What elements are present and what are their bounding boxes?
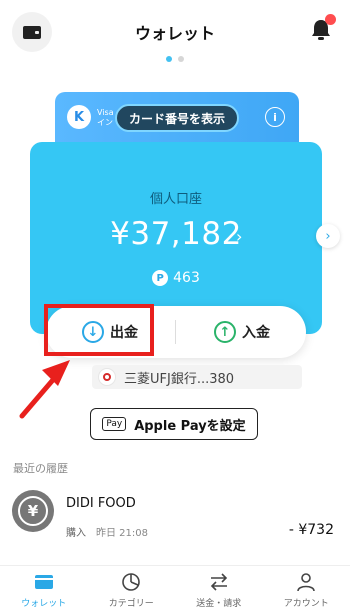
highlight-box [44,304,154,356]
kyash-logo: K [67,105,91,129]
deposit-label: 入金 [242,325,270,341]
bank-logo-icon [98,368,116,386]
transaction-amount: - ¥732 [288,522,334,538]
points-display: P 463 [30,270,322,286]
transaction-row[interactable]: ¥ DIDI FOOD 購入 昨日 21:08 - ¥732 [0,482,350,552]
bank-name: 三菱UFJ銀行...380 [124,371,235,387]
points-icon: P [152,270,169,286]
pager-dot[interactable] [178,56,184,62]
info-icon[interactable]: i [265,107,285,127]
notification-badge [325,14,336,25]
next-card-button[interactable]: › [316,224,340,248]
divider [175,320,176,344]
page-title: ウォレット [134,24,215,43]
apple-pay-label: Apple Payを設定 [134,418,246,434]
apple-pay-icon: Pay [102,417,127,431]
tab-transfer[interactable]: 送金・請求 [175,566,263,613]
tab-category[interactable]: カテゴリー [88,566,176,613]
pie-chart-icon [122,573,141,591]
notification-bell-button[interactable] [310,14,336,42]
transaction-type: 購入 [66,528,86,539]
balance-amount: ¥37,182 [110,216,242,252]
points-value: 463 [173,270,200,286]
linked-bank-account[interactable]: 三菱UFJ銀行...380 [92,365,302,389]
deposit-button[interactable]: ↑ 入金 [178,306,306,358]
visa-label: Visa イン [97,108,114,127]
recent-history-label: 最近の履歴 [13,462,68,475]
tab-account[interactable]: アカウント [263,566,350,613]
transaction-name: DIDI FOOD [66,496,136,511]
transaction-time: 昨日 21:08 [96,528,148,539]
tab-wallet[interactable]: ウォレット [0,566,88,613]
wallet-tab-icon [34,575,53,589]
apple-pay-setup-button[interactable]: Pay Apple Payを設定 [90,408,258,440]
show-card-number-button[interactable]: カード番号を表示 [115,104,240,132]
pager-dot-active[interactable] [166,56,172,62]
bottom-tab-bar: ウォレット カテゴリー 送金・請求 アカウント [0,565,350,613]
yen-icon: ¥ [12,490,54,532]
account-label: 個人口座 [149,192,202,207]
arrow-up-icon: ↑ [214,321,236,343]
card-pager [0,56,350,62]
header: ウォレット [0,0,350,60]
transfer-icon [210,573,227,591]
chevron-right-icon[interactable]: › [236,227,242,246]
user-icon [297,573,316,592]
